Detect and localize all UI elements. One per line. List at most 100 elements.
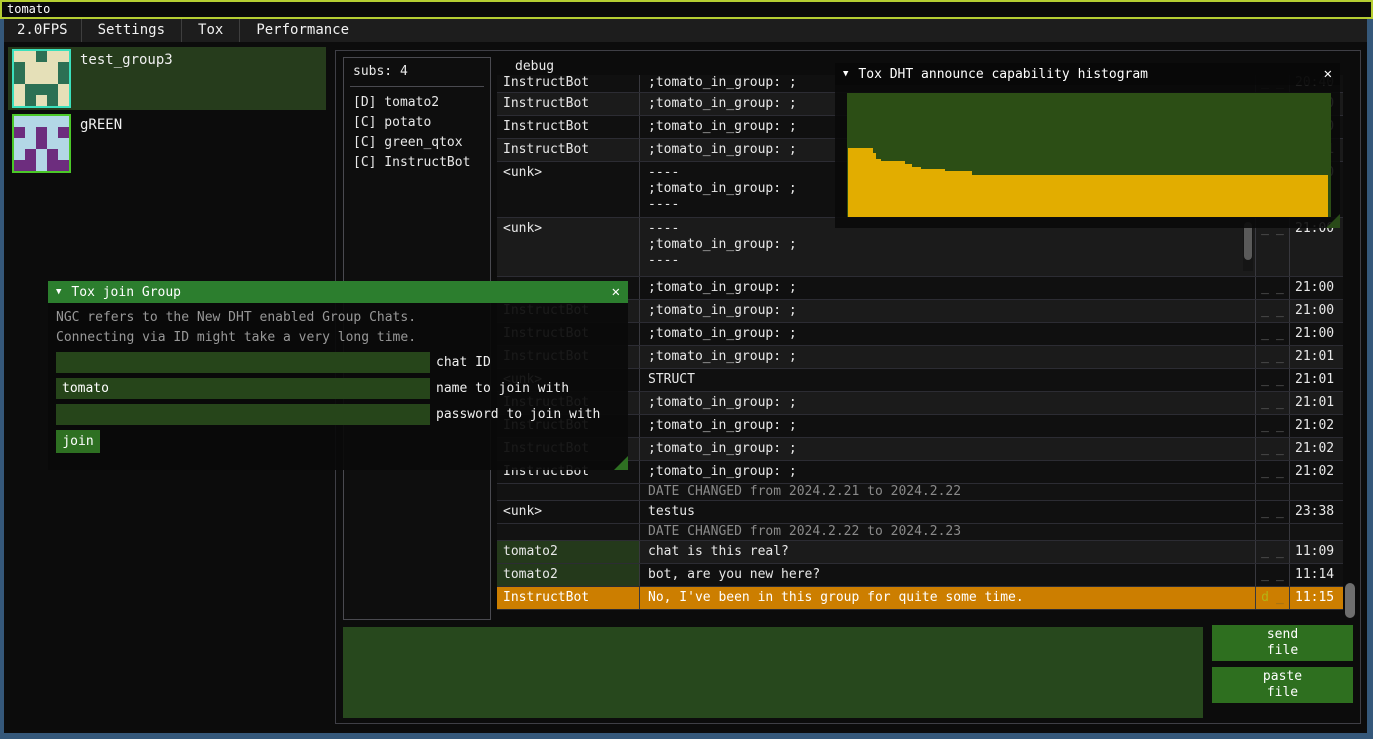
delivery-state-mark: _ — [1261, 323, 1269, 345]
state-cell: __ — [1256, 369, 1290, 391]
app-window: tomato 2.0FPSSettingsToxPerformance test… — [0, 0, 1373, 739]
state-cell: __ — [1256, 346, 1290, 368]
message-cell: DATE CHANGED from 2024.2.22 to 2024.2.23 — [640, 524, 1256, 540]
message-line: ---- — [648, 253, 1255, 269]
message-input[interactable] — [343, 627, 1203, 718]
dht-histogram-titlebar[interactable]: ▼ Tox DHT announce capability histogram … — [835, 63, 1340, 85]
chat-scrollbar[interactable] — [1345, 75, 1355, 620]
window-border-bottom — [0, 733, 1373, 739]
avatar-pixel — [14, 127, 25, 138]
name-cell — [497, 524, 640, 540]
sender-name-cell: tomato2 — [497, 564, 640, 586]
join-field-input-2[interactable] — [56, 378, 430, 399]
delivery-state-mark: _ — [1276, 415, 1284, 437]
message-cell: ;tomato_in_group: ; — [640, 392, 1256, 414]
group-avatar — [12, 49, 71, 108]
resize-grip-icon[interactable] — [1326, 214, 1340, 228]
date-change-row: DATE CHANGED from 2024.2.21 to 2024.2.22 — [497, 484, 1343, 501]
delivery-state-mark: _ — [1261, 392, 1269, 414]
message-row[interactable]: InstructBotNo, I've been in this group f… — [497, 587, 1343, 610]
menu-item-performance[interactable]: Performance — [240, 19, 365, 42]
delivery-state-mark: _ — [1276, 461, 1284, 483]
join-button[interactable]: join — [56, 430, 100, 453]
time-cell: 21:01 — [1290, 346, 1343, 368]
join-info-text: NGC refers to the New DHT enabled Group … — [56, 310, 416, 325]
resize-grip-icon[interactable] — [614, 456, 628, 470]
time-cell: 21:00 — [1290, 277, 1343, 299]
subs-member[interactable]: [C] green_qtox — [344, 133, 490, 153]
delivery-state-mark: _ — [1261, 501, 1269, 523]
subs-member[interactable]: [C] InstructBot — [344, 153, 490, 173]
delivery-state-mark: _ — [1276, 346, 1284, 368]
close-icon[interactable]: ✕ — [612, 284, 620, 300]
avatar-pixel — [14, 73, 25, 84]
chat-scrollbar-thumb[interactable] — [1345, 583, 1355, 618]
time-cell: 21:00 — [1290, 323, 1343, 345]
group-list-item[interactable]: gREEN — [8, 112, 326, 175]
avatar-pixel — [25, 127, 36, 138]
date-change-text: DATE CHANGED from 2024.2.21 to 2024.2.22 — [648, 484, 961, 499]
delivery-state-mark: _ — [1276, 501, 1284, 523]
histogram-bin — [881, 161, 905, 217]
avatar-pixel — [25, 138, 36, 149]
delivery-state-mark: _ — [1261, 438, 1269, 460]
menu-item-tox[interactable]: Tox — [182, 19, 239, 42]
sender-name-cell: InstructBot — [497, 587, 640, 609]
avatar-pixel — [36, 160, 47, 171]
message-cell: ;tomato_in_group: ; — [640, 461, 1256, 483]
state-cell: __ — [1256, 415, 1290, 437]
delivery-state-mark: _ — [1276, 277, 1284, 299]
message-cell: ;tomato_in_group: ; — [640, 323, 1256, 345]
subs-member[interactable]: [D] tomato2 — [344, 93, 490, 113]
state-cell: __ — [1256, 323, 1290, 345]
close-icon[interactable]: ✕ — [1324, 66, 1332, 82]
sender-name-cell: InstructBot — [497, 93, 640, 115]
window-titlebar[interactable]: tomato — [0, 0, 1373, 19]
paste-file-button[interactable]: paste file — [1212, 667, 1353, 703]
message-line: ;tomato_in_group: ; — [648, 237, 1255, 253]
avatar-pixel — [47, 116, 58, 127]
avatar-pixel — [36, 62, 47, 73]
state-cell: d_ — [1256, 587, 1290, 609]
dht-histogram-window: ▼ Tox DHT announce capability histogram … — [835, 63, 1340, 228]
avatar-pixel — [25, 149, 36, 160]
join-field-input-1[interactable] — [56, 352, 430, 373]
avatar-pixel — [25, 84, 36, 95]
state-cell: __ — [1256, 564, 1290, 586]
time-cell: 21:02 — [1290, 415, 1343, 437]
time-cell: 11:14 — [1290, 564, 1343, 586]
join-field-input-3[interactable] — [56, 404, 430, 425]
date-change-text: DATE CHANGED from 2024.2.22 to 2024.2.23 — [648, 524, 961, 539]
time-cell: 21:00 — [1290, 300, 1343, 322]
message-cell: ;tomato_in_group: ; — [640, 346, 1256, 368]
group-list-item[interactable]: test_group3 — [8, 47, 326, 110]
avatar-pixel — [36, 95, 47, 106]
subs-member[interactable]: [C] potato — [344, 113, 490, 133]
avatar-pixel — [36, 51, 47, 62]
avatar-pixel — [14, 116, 25, 127]
join-group-body: NGC refers to the New DHT enabled Group … — [48, 303, 628, 470]
menu-item-settings[interactable]: Settings — [82, 19, 181, 42]
message-row[interactable]: tomato2chat is this real?__11:09 — [497, 541, 1343, 564]
state-cell: __ — [1256, 541, 1290, 563]
message-cell: DATE CHANGED from 2024.2.21 to 2024.2.22 — [640, 484, 1256, 500]
send-file-button[interactable]: send file — [1212, 625, 1353, 661]
group-name-label: gREEN — [80, 117, 122, 133]
collapse-icon[interactable]: ▼ — [843, 69, 848, 79]
dht-histogram-plot — [847, 93, 1331, 217]
message-row[interactable]: tomato2bot, are you new here?__11:14 — [497, 564, 1343, 587]
avatar-pixel — [14, 95, 25, 106]
histogram-bin — [905, 164, 912, 217]
window-border-left — [0, 19, 4, 733]
message-cell: bot, are you new here? — [640, 564, 1256, 586]
avatar-pixel — [47, 51, 58, 62]
message-row[interactable]: <unk>testus__23:38 — [497, 501, 1343, 524]
delivery-state-mark: _ — [1276, 564, 1284, 586]
avatar-pixel — [36, 127, 47, 138]
tab-debug[interactable]: debug — [515, 59, 554, 74]
message-cell: STRUCT — [640, 369, 1256, 391]
date-change-row: DATE CHANGED from 2024.2.22 to 2024.2.23 — [497, 524, 1343, 541]
join-group-titlebar[interactable]: ▼ Tox join Group ✕ — [48, 281, 628, 303]
join-group-window: ▼ Tox join Group ✕ NGC refers to the New… — [48, 281, 628, 470]
collapse-icon[interactable]: ▼ — [56, 287, 61, 297]
